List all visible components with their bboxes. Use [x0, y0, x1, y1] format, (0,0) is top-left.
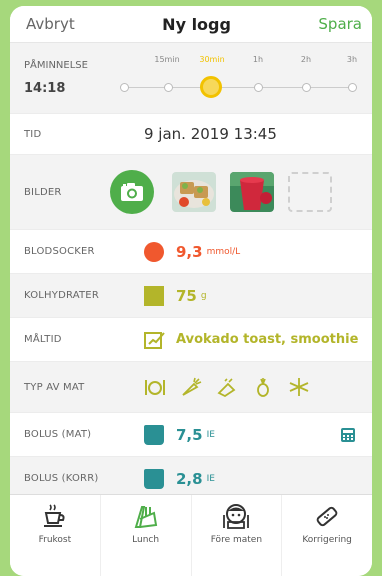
reminder-time[interactable]: 14:18: [24, 81, 124, 96]
tile-korrigering[interactable]: Korrigering: [282, 495, 372, 576]
reminder-row: PÅMINNELSE 14:18 15min 30min 1h 2h 3h: [10, 43, 372, 114]
carbs-label: KOLHYDRATER: [24, 290, 99, 301]
timeline-dot[interactable]: [302, 83, 311, 92]
meal-label: MÅLTID: [24, 334, 62, 345]
meal-row[interactable]: MÅLTID Avokado toast, smoothie: [10, 318, 372, 362]
timeline-dot-selected[interactable]: [200, 76, 222, 98]
camera-button[interactable]: [110, 170, 154, 214]
snowflake-icon[interactable]: [288, 377, 310, 397]
tile-fore-maten[interactable]: Före maten: [192, 495, 283, 576]
blood-sugar-row[interactable]: BLODSOCKER 9,3 mmol/L: [10, 230, 372, 274]
timeline-track: [128, 87, 354, 88]
bandage-icon: [316, 506, 338, 527]
carbs-row[interactable]: KOLHYDRATER 75 g: [10, 274, 372, 318]
page-title: Ny logg: [162, 14, 231, 34]
photo-thumbnail-toast[interactable]: [172, 172, 216, 212]
images-row: BILDER: [10, 155, 372, 230]
insulin-pen-icon: [144, 468, 164, 489]
blood-drop-icon: [144, 241, 164, 262]
tile-korrigering-label: Korrigering: [302, 535, 352, 545]
meal-value[interactable]: Avokado toast, smoothie: [176, 332, 358, 347]
images-label: BILDER: [24, 186, 62, 198]
bolus-meal-value[interactable]: 7,5: [176, 426, 203, 444]
time-row[interactable]: TID 9 jan. 2019 13:45: [10, 114, 372, 155]
timeline-dot[interactable]: [164, 83, 173, 92]
tile-frukost-label: Frukost: [38, 535, 72, 545]
blood-sugar-value[interactable]: 9,3: [176, 243, 203, 261]
photo-thumbnail-smoothie[interactable]: [230, 172, 274, 212]
timeline-label-3h: 3h: [346, 55, 358, 64]
person-eating-icon: [223, 504, 250, 529]
tile-fore-maten-label: Före maten: [210, 535, 263, 545]
blood-sugar-unit: mmol/L: [206, 246, 241, 257]
carrot-icon[interactable]: [180, 377, 202, 397]
meal-category-tiles: Frukost Lunch Före maten Korrigering: [10, 494, 372, 576]
tile-frukost[interactable]: Frukost: [10, 495, 101, 576]
timeline-dot[interactable]: [254, 83, 263, 92]
pineapple-icon[interactable]: [252, 377, 274, 397]
bolus-meal-label: BOLUS (MAT): [24, 429, 92, 440]
edit-note-icon: [144, 331, 165, 349]
timeline-dot[interactable]: [120, 83, 129, 92]
bolus-meal-unit: IE: [206, 429, 215, 440]
carbs-unit: g: [200, 290, 207, 301]
bolus-correction-unit: IE: [206, 473, 215, 484]
smoothie-image: [230, 172, 274, 212]
coffee-cup-icon: [43, 504, 65, 527]
timeline-label-1h: 1h: [252, 55, 264, 64]
reminder-label: PÅMINNELSE: [24, 60, 88, 71]
nav-bar: Avbryt Ny logg Spara: [10, 6, 372, 43]
timeline-label-15min: 15min: [154, 55, 180, 64]
carbs-icon: [144, 285, 164, 306]
plate-icon[interactable]: [144, 377, 166, 397]
food-type-label: TYP AV MAT: [24, 381, 85, 393]
blood-sugar-label: BLODSOCKER: [24, 246, 95, 257]
bread-icon[interactable]: [216, 377, 238, 397]
bolus-meal-row[interactable]: BOLUS (MAT) 7,5 IE: [10, 413, 372, 457]
time-label: TID: [24, 128, 42, 140]
save-button[interactable]: Spara: [318, 15, 362, 33]
insulin-pen-icon: [144, 424, 164, 445]
cancel-button[interactable]: Avbryt: [26, 15, 75, 33]
new-log-card: Avbryt Ny logg Spara PÅMINNELSE 14:18 15…: [10, 6, 372, 576]
tile-lunch[interactable]: Lunch: [101, 495, 192, 576]
lunch-icon: [134, 506, 157, 528]
avocado-toast-image: [172, 172, 216, 212]
add-photo-placeholder[interactable]: [288, 172, 332, 212]
reminder-timeline[interactable]: 15min 30min 1h 2h 3h: [120, 43, 362, 113]
tile-lunch-label: Lunch: [132, 535, 160, 545]
carbs-value[interactable]: 75: [176, 287, 197, 305]
timeline-label-2h: 2h: [300, 55, 312, 64]
timeline-dot[interactable]: [348, 83, 357, 92]
time-value[interactable]: 9 jan. 2019 13:45: [144, 125, 277, 143]
timeline-label-30min: 30min: [199, 55, 225, 64]
calculator-icon[interactable]: [340, 427, 356, 443]
food-type-row: TYP AV MAT: [10, 362, 372, 413]
bolus-correction-label: BOLUS (KORR): [24, 473, 99, 484]
bolus-correction-value[interactable]: 2,8: [176, 470, 203, 488]
camera-icon: [121, 183, 143, 201]
